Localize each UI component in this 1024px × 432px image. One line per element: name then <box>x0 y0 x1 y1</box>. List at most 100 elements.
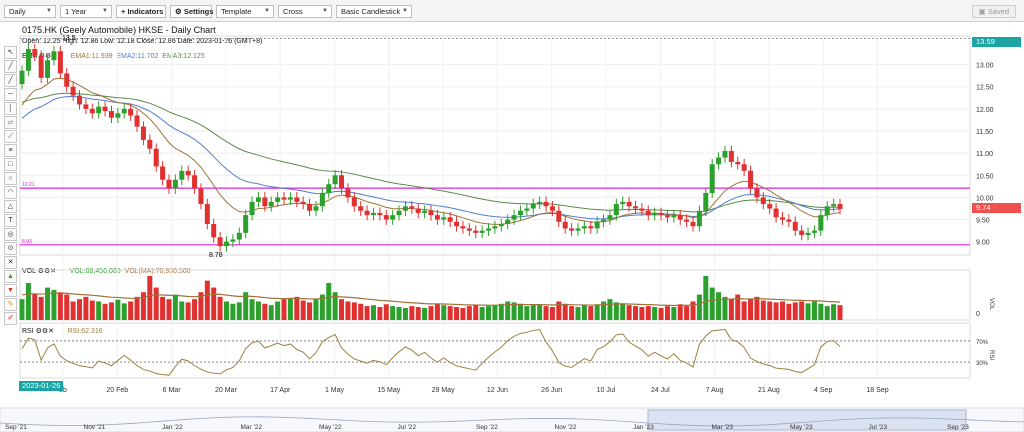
hline-label: 10.21 <box>22 182 35 188</box>
candle-body <box>153 148 159 167</box>
chart-svg[interactable]: 13.00 12.50 12.00 11.50 11.00 10.50 10.00 9.50 9… <box>0 0 1024 432</box>
rsi-line <box>21 328 841 376</box>
volume-bar <box>664 306 670 320</box>
candle-body <box>466 228 472 231</box>
volume-bar <box>217 296 223 320</box>
candle-body <box>217 237 223 247</box>
volume-bar <box>805 303 811 320</box>
candle-body <box>434 215 440 220</box>
volume-bar <box>428 306 434 320</box>
candle-body <box>709 164 715 193</box>
candle-body <box>377 212 383 216</box>
candle-body <box>409 206 415 209</box>
volume-bar <box>422 307 428 320</box>
volume-bar <box>102 303 108 320</box>
candle-body <box>581 226 587 229</box>
candle-body <box>383 215 389 220</box>
volume-bar <box>134 296 140 320</box>
candle-body <box>345 188 351 198</box>
volume-bar <box>77 299 83 320</box>
volume-bar <box>549 307 555 320</box>
candle-body <box>594 221 600 229</box>
candle-body <box>716 157 722 165</box>
navigator-date-label: Sep '21 <box>5 424 27 431</box>
price-tick-label: 9.50 <box>976 218 990 225</box>
volume-bar <box>658 307 664 320</box>
candle-body <box>326 184 332 193</box>
candle-body <box>287 197 293 200</box>
volume-bar <box>255 301 261 320</box>
navigator-date-label: Mar '23 <box>712 424 734 431</box>
panel-frame-2 <box>19 322 971 379</box>
date-tick-label: 29 May <box>432 387 455 394</box>
volume-bar <box>709 287 715 320</box>
candle-body <box>224 241 229 247</box>
candle-body <box>767 204 773 209</box>
volume-zero-label: 0 <box>976 311 980 318</box>
candle-body <box>447 217 453 222</box>
volume-bar <box>275 301 281 320</box>
navigator-date-label: Jan '22 <box>162 424 183 431</box>
volume-bar <box>172 294 178 320</box>
candle-body <box>703 193 709 211</box>
candle-body <box>211 224 217 238</box>
candle-body <box>786 219 792 222</box>
candle-body <box>236 232 242 240</box>
volume-bar <box>140 292 146 320</box>
navigator-date-label: May '23 <box>790 424 813 431</box>
volume-bar <box>517 303 523 320</box>
candle-body <box>166 179 172 189</box>
candle-body <box>243 215 249 233</box>
candle-body <box>530 204 536 209</box>
volume-bar <box>594 304 600 320</box>
navigator-date-label: May '22 <box>319 424 342 431</box>
candle-body <box>779 217 785 220</box>
volume-bar <box>741 301 747 320</box>
volume-bar <box>70 301 76 320</box>
candle-body <box>102 106 108 112</box>
candle-body <box>441 217 447 220</box>
volume-bar <box>358 303 364 320</box>
date-tick-label: 18 Sep <box>866 387 888 394</box>
volume-bar <box>537 304 543 320</box>
volume-bar <box>115 299 121 320</box>
volume-bar <box>818 303 824 320</box>
date-tick-label: 6 Mar <box>163 387 182 394</box>
volume-bar <box>89 300 95 320</box>
volume-bar <box>402 307 408 320</box>
candle-body <box>51 51 57 61</box>
candle-body <box>351 197 357 207</box>
volume-bar <box>268 305 274 320</box>
date-tick-label: 20 Mar <box>215 387 237 394</box>
volume-bar <box>486 306 492 320</box>
candle-body <box>185 170 191 176</box>
volume-bar <box>313 299 319 320</box>
volume-bar <box>179 301 185 320</box>
candle-body <box>811 230 817 233</box>
candle-body <box>805 232 811 236</box>
volume-bar <box>377 307 383 320</box>
date-tick-label: 1 May <box>325 387 345 394</box>
candle-body <box>633 206 638 209</box>
candle-body <box>690 221 696 227</box>
volume-bar <box>19 299 25 320</box>
volume-bar <box>728 299 734 320</box>
volume-bar <box>786 303 792 320</box>
volume-bar <box>633 306 638 320</box>
volume-bar <box>754 296 760 320</box>
volume-bar <box>147 276 153 320</box>
candle-body <box>613 204 619 216</box>
candle-body <box>249 201 255 216</box>
candle-body <box>824 206 830 216</box>
ema1-line <box>21 77 841 225</box>
volume-bar <box>390 306 396 320</box>
volume-bar <box>108 302 114 320</box>
volume-bar <box>811 301 817 320</box>
candle-body <box>422 210 428 213</box>
candle-body <box>645 210 651 216</box>
price-tick-label: 12.50 <box>976 85 994 92</box>
candle-body <box>511 215 517 220</box>
volume-bar <box>185 302 191 320</box>
candle-body <box>64 73 70 87</box>
candle-body <box>473 230 479 233</box>
